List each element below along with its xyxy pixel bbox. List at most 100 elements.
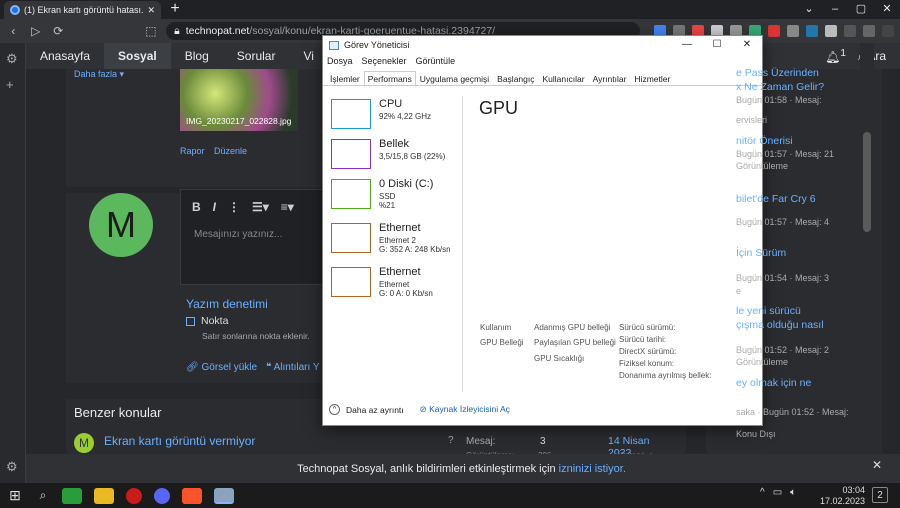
back-button[interactable]: ‹: [6, 24, 21, 38]
gpu-label: Adanmış GPU belleği: [534, 323, 611, 332]
gpu-label: Donanıma ayrılmış bellek:: [619, 371, 712, 380]
notification-center-icon[interactable]: 2: [872, 487, 888, 503]
edit-link[interactable]: Düzenle: [214, 146, 247, 156]
sidebar-thread-meta: Bugün 01:54 · Mesaj: 3: [736, 273, 830, 283]
menu-icon[interactable]: [881, 25, 894, 37]
resource-monitor-link[interactable]: ⊘ Kaynak İzleyicisini Aç: [420, 404, 510, 415]
sidebar-thread-link[interactable]: çışma olduğu nasıl: [736, 319, 824, 331]
sidebar-thread-link[interactable]: ey olmak için ne: [736, 377, 811, 389]
italic-button[interactable]: I: [213, 200, 216, 214]
thread-title[interactable]: Ekran kartı görüntü vermiyor: [104, 434, 255, 448]
resource-disk[interactable]: 0 Diski (C:) SSD %21: [331, 177, 461, 213]
sidebar-thread-meta: Konu Dışı: [736, 429, 776, 439]
new-tab-button[interactable]: +: [166, 0, 184, 18]
chevron-up-icon[interactable]: ^: [760, 487, 765, 498]
list-icon[interactable]: ☰▾: [252, 200, 269, 214]
gpu-label: GPU Belleği: [480, 338, 524, 347]
nav-item-sorular[interactable]: Sorular: [223, 43, 290, 69]
minimize-button[interactable]: –: [822, 0, 848, 19]
resource-detail: G: 0 A: 0 Kb/sn: [379, 289, 433, 298]
extension-icon[interactable]: [805, 25, 818, 37]
bold-button[interactable]: B: [192, 200, 201, 214]
report-link[interactable]: Rapor: [180, 146, 205, 156]
notification-text: Technopat Sosyal, anlık bildirimleri etk…: [297, 462, 556, 475]
resource-ethernet[interactable]: Ethernet Ethernet G: 0 A: 0 Kb/sn: [331, 265, 461, 301]
taskbar-clock[interactable]: 03:04 17.02.2023: [820, 485, 865, 507]
nav-item-blog[interactable]: Blog: [171, 43, 223, 69]
gpu-label: Paylaşılan GPU belleği: [534, 338, 616, 347]
task-manager-icon[interactable]: [214, 487, 234, 504]
network-icon[interactable]: ▭: [773, 487, 782, 498]
nav-item-sosyal[interactable]: Sosyal: [104, 43, 171, 69]
resource-detail: G: 352 A: 248 Kb/sn: [379, 245, 451, 254]
fewer-details-button[interactable]: Daha az ayrıntı: [346, 405, 404, 415]
sidebar-thread-link[interactable]: le yeni sürücü: [736, 305, 801, 317]
spellcheck-title: Yazım denetimi: [186, 297, 268, 311]
extension-icon[interactable]: [824, 25, 837, 37]
editor-placeholder: Mesajınızı yazınız...: [194, 229, 283, 240]
scrollbar[interactable]: [860, 43, 874, 483]
menu-secenekler[interactable]: Seçenekler: [362, 56, 407, 66]
chevron-down-icon[interactable]: ⌄: [796, 0, 822, 19]
brave-icon[interactable]: [182, 487, 202, 504]
puzzle-icon[interactable]: [843, 25, 856, 37]
resource-cpu[interactable]: CPU 92% 4,22 GHz: [331, 97, 461, 133]
resource-name: CPU: [379, 98, 403, 110]
sidebar-thread-meta: Görüntüleme: [736, 357, 789, 367]
notification-bar: Technopat Sosyal, anlık bildirimleri etk…: [26, 454, 900, 483]
forward-button[interactable]: ▷: [29, 24, 44, 38]
sidebar-thread-link[interactable]: nitör Önerisi: [736, 135, 793, 147]
windows-start-icon[interactable]: ⊞: [0, 487, 30, 504]
sidebar-thread-link[interactable]: x Ne Zaman Gelir?: [736, 81, 824, 93]
image-filename: IMG_20230217_022828.jpg: [186, 116, 292, 126]
gear-icon[interactable]: ⚙: [6, 51, 18, 67]
extension-icon[interactable]: [786, 25, 799, 37]
chevron-up-icon[interactable]: ^: [329, 404, 340, 415]
close-button[interactable]: ✕: [874, 0, 900, 19]
menu-goruntule[interactable]: Görüntüle: [416, 56, 456, 66]
add-icon[interactable]: +: [6, 77, 14, 92]
checkbox[interactable]: [186, 316, 195, 326]
nav-item-anasayfa[interactable]: Anasayfa: [26, 43, 104, 69]
browser-tab-title: (1) Ekran kartı görüntü hatası. | Te: [24, 5, 144, 15]
menu-dosya[interactable]: Dosya: [327, 56, 353, 66]
spellcheck-option[interactable]: Nokta: [186, 315, 228, 327]
reload-button[interactable]: ⟳: [51, 24, 66, 38]
quotes-button[interactable]: ❝ Alıntıları Y: [266, 362, 320, 373]
tab-close-icon[interactable]: ✕: [147, 5, 155, 16]
gpu-label: Fiziksel konum:: [619, 359, 675, 368]
resource-memory[interactable]: Bellek 3,5/15,8 GB (22%): [331, 137, 461, 173]
more-options-icon[interactable]: ⋮: [228, 200, 240, 214]
discord-icon[interactable]: [154, 487, 170, 504]
volume-icon[interactable]: 🔈︎: [790, 487, 796, 498]
notification-permission-link[interactable]: izninizi istiyor.: [559, 463, 626, 475]
sidebar-thread-link[interactable]: İçin Sürüm: [736, 247, 786, 259]
resource-ethernet-2[interactable]: Ethernet Ethernet 2 G: 352 A: 248 Kb/sn: [331, 221, 461, 257]
maximize-button[interactable]: ▢: [848, 0, 874, 19]
profile-icon[interactable]: [862, 25, 875, 37]
close-icon[interactable]: ✕: [872, 458, 882, 472]
sidebar-thread-link[interactable]: e Pass Üzerinden: [736, 67, 819, 79]
settings-icon[interactable]: ⚙: [6, 459, 18, 475]
xbox-icon[interactable]: [62, 487, 82, 504]
opera-icon[interactable]: [126, 487, 142, 504]
resource-name: 0 Diski (C:): [379, 178, 434, 190]
extension-icon[interactable]: [767, 25, 780, 37]
gpu-title: GPU: [479, 98, 519, 118]
scrollbar-thumb[interactable]: [863, 132, 871, 232]
sidebar-thread-link[interactable]: bilet'de Far Cry 6: [736, 193, 816, 205]
close-button[interactable]: ✕: [732, 36, 762, 54]
browser-tab[interactable]: (1) Ekran kartı görüntü hatası. | Te ✕: [4, 1, 161, 19]
avatar: M: [74, 433, 94, 453]
file-explorer-icon[interactable]: [94, 487, 114, 504]
search-icon[interactable]: ⌕: [30, 488, 56, 503]
maximize-button[interactable]: ☐: [702, 36, 732, 54]
bookmark-icon[interactable]: ⬚: [144, 24, 159, 38]
minimize-button[interactable]: —: [672, 36, 702, 54]
task-manager-icon: [329, 40, 339, 50]
notification-bell-icon[interactable]: 🔔︎1: [825, 48, 846, 64]
more-link[interactable]: Daha fazla ▾: [74, 69, 124, 80]
upload-image-button[interactable]: 🔗︎ Görsel yükle: [186, 362, 257, 373]
align-icon[interactable]: ≡▾: [281, 200, 294, 214]
browser-sidebar: ⚙ + ⚙: [0, 43, 26, 483]
